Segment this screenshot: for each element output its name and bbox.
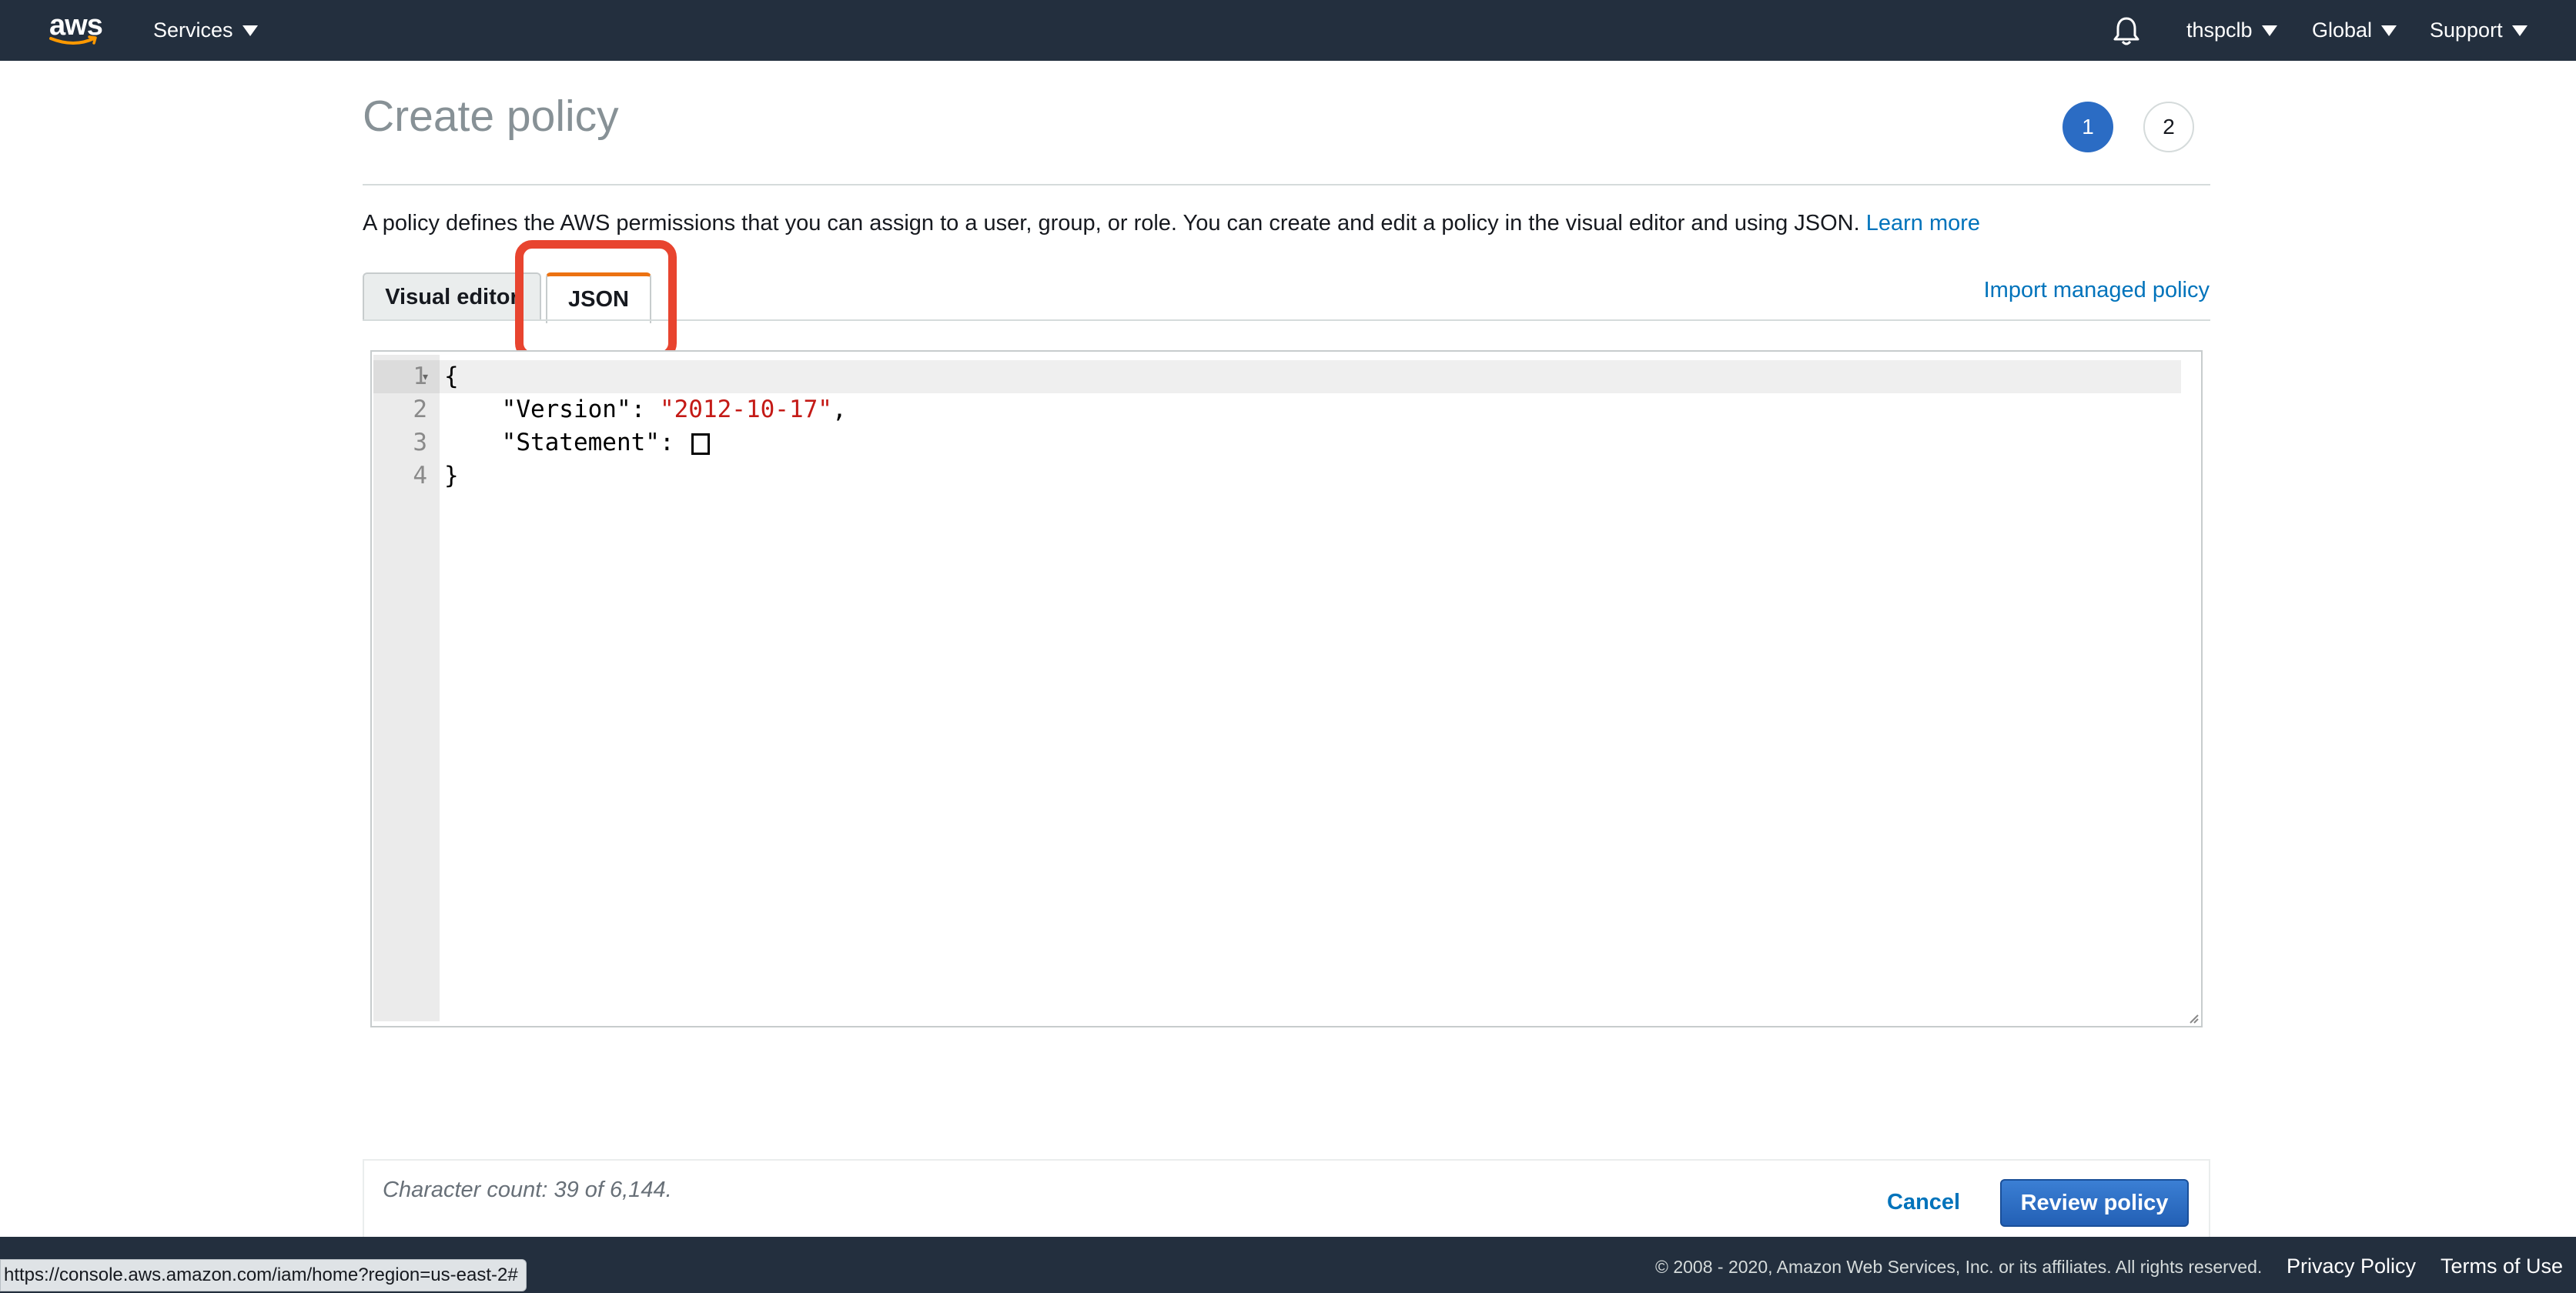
top-nav-bar: aws Services thspclb Global Support — [0, 0, 2576, 61]
review-policy-button[interactable]: Review policy — [2000, 1179, 2189, 1227]
bell-icon — [2113, 17, 2139, 45]
account-menu[interactable]: thspclb — [2186, 0, 2277, 61]
copyright-text: © 2008 - 2020, Amazon Web Services, Inc.… — [1655, 1257, 2263, 1277]
region-label: Global — [2312, 18, 2373, 42]
chevron-down-icon — [2381, 25, 2397, 36]
code-text: "Version": — [444, 396, 660, 423]
cancel-button[interactable]: Cancel — [1887, 1190, 1960, 1215]
code-line-4: } — [444, 459, 459, 493]
services-menu[interactable]: Services — [153, 0, 258, 61]
code-text: "Statement": — [444, 429, 689, 456]
code-line-2: "Version": "2012-10-17", — [444, 393, 847, 426]
code-string: "2012-10-17" — [659, 396, 832, 423]
code-line-1: { — [444, 360, 459, 393]
step-indicator-2: 2 — [2143, 102, 2194, 152]
json-editor[interactable]: 1 ▾ 2 3 4 { "Version": "2012-10-17", "St… — [370, 350, 2203, 1027]
action-bar: Character count: 39 of 6,144. Cancel Rev… — [363, 1159, 2210, 1239]
active-line-highlight — [440, 360, 2181, 393]
chevron-down-icon — [2261, 25, 2277, 36]
support-label: Support — [2430, 18, 2503, 42]
code-text: { — [444, 363, 459, 390]
aws-smile-icon — [49, 35, 97, 45]
empty-array-placeholder — [691, 433, 711, 455]
import-managed-policy-link[interactable]: Import managed policy — [1984, 278, 2210, 303]
policy-description: A policy defines the AWS permissions tha… — [363, 211, 1980, 236]
resize-handle-icon[interactable] — [2186, 1011, 2200, 1024]
terms-of-use-link[interactable]: Terms of Use — [2441, 1255, 2563, 1278]
description-text: A policy defines the AWS permissions tha… — [363, 211, 1860, 236]
code-text: , — [831, 396, 847, 423]
highlight-annotation — [515, 240, 677, 360]
header-divider — [363, 184, 2210, 185]
line-number: 4 — [413, 462, 427, 489]
page-title: Create policy — [363, 92, 619, 141]
account-label: thspclb — [2186, 18, 2253, 42]
character-count: Character count: 39 of 6,144. — [383, 1178, 672, 1202]
chevron-down-icon — [242, 25, 258, 36]
browser-status-url: https://console.aws.amazon.com/iam/home?… — [0, 1259, 527, 1291]
line-number: 3 — [413, 429, 427, 456]
privacy-policy-link[interactable]: Privacy Policy — [2287, 1255, 2416, 1278]
code-text: } — [444, 462, 459, 489]
aws-logo[interactable]: aws — [49, 9, 103, 49]
support-menu[interactable]: Support — [2430, 0, 2527, 61]
fold-arrow-icon[interactable]: ▾ — [423, 360, 428, 393]
services-label: Services — [153, 18, 233, 42]
region-menu[interactable]: Global — [2312, 0, 2397, 61]
notifications-button[interactable] — [2113, 0, 2140, 61]
code-line-3: "Statement": — [444, 426, 711, 459]
step-indicator-1: 1 — [2062, 102, 2113, 152]
learn-more-link[interactable]: Learn more — [1866, 211, 1980, 236]
line-number: 2 — [413, 396, 427, 423]
line-number: 1 — [413, 363, 427, 390]
chevron-down-icon — [2511, 25, 2527, 36]
